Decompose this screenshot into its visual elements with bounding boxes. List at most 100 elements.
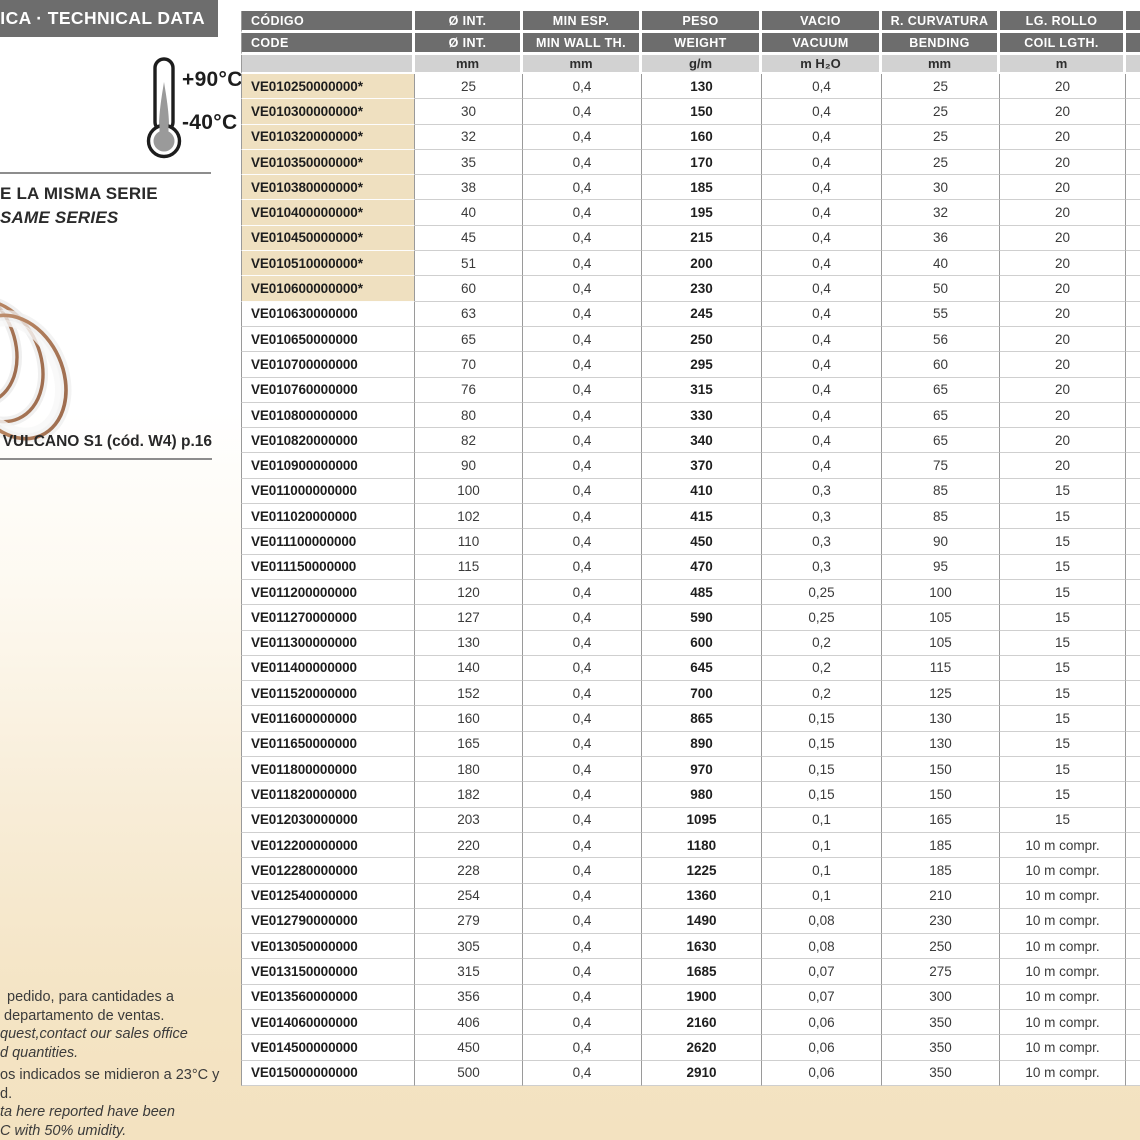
footnote-line: C with 50% umidity.: [0, 1122, 219, 1140]
table-row: VE010300000000*300,41500,42520: [241, 99, 1140, 124]
cell-code: VE012200000000: [241, 833, 415, 858]
cell-vacuum: 0,4: [762, 99, 882, 124]
col-header-minesp: MIN ESP.: [523, 11, 642, 33]
cell-partial: [1126, 428, 1140, 453]
cell-vacuum: 0,4: [762, 276, 882, 301]
unit-m: m: [1000, 55, 1126, 74]
cell-code: VE010350000000*: [241, 150, 415, 175]
cell-bending: 25: [882, 99, 1000, 124]
cell-wall: 0,4: [523, 858, 642, 883]
cell-code: VE014500000000: [241, 1035, 415, 1060]
cell-weight: 865: [642, 706, 762, 731]
table-row: VE010380000000*380,41850,43020: [241, 175, 1140, 200]
table-row: VE0120300000002030,410950,116515: [241, 808, 1140, 833]
cell-code: VE011020000000: [241, 504, 415, 529]
cell-code: VE011600000000: [241, 706, 415, 731]
cell-weight: 2620: [642, 1035, 762, 1060]
table-row: VE0131500000003150,416850,0727510 m comp…: [241, 959, 1140, 984]
cell-partial: [1126, 99, 1140, 124]
cell-code: VE011000000000: [241, 479, 415, 504]
cell-bending: 40: [882, 251, 1000, 276]
technical-data-table: CÓDIGO Ø INT. MIN ESP. PESO VACIO R. CUR…: [241, 11, 1140, 1086]
cell-weight: 600: [642, 631, 762, 656]
cell-code: VE010700000000: [241, 352, 415, 377]
table-row: VE010600000000*600,42300,45020: [241, 276, 1140, 301]
cell-coil: 20: [1000, 327, 1126, 352]
cell-dint: 406: [415, 1010, 523, 1035]
cell-vacuum: 0,07: [762, 959, 882, 984]
cell-code: VE010760000000: [241, 378, 415, 403]
cell-dint: 315: [415, 959, 523, 984]
cell-vacuum: 0,15: [762, 706, 882, 731]
cell-coil: 20: [1000, 226, 1126, 251]
cell-wall: 0,4: [523, 378, 642, 403]
cell-vacuum: 0,15: [762, 757, 882, 782]
cell-coil: 10 m compr.: [1000, 959, 1126, 984]
cell-code: VE012540000000: [241, 884, 415, 909]
footnote-line: quest,contact our sales office: [0, 1025, 188, 1044]
cell-wall: 0,4: [523, 276, 642, 301]
col-header-diam-en: Ø INT.: [415, 33, 523, 55]
cell-dint: 63: [415, 302, 523, 327]
section-title: ÉCNICA · TECHNICAL DATA: [0, 8, 205, 29]
table-row: VE010760000000760,43150,46520: [241, 378, 1140, 403]
cell-partial: [1126, 706, 1140, 731]
thermometer-icon: [144, 56, 184, 165]
cell-partial: [1126, 1010, 1140, 1035]
cell-vacuum: 0,1: [762, 884, 882, 909]
cell-weight: 890: [642, 732, 762, 757]
cell-coil: 15: [1000, 529, 1126, 554]
cell-code: VE010900000000: [241, 453, 415, 478]
col-header-curvatura: R. CURVATURA: [882, 11, 1000, 33]
cell-code: VE013050000000: [241, 934, 415, 959]
cell-weight: 450: [642, 529, 762, 554]
cell-dint: 115: [415, 555, 523, 580]
cell-code: VE012790000000: [241, 909, 415, 934]
table-row: VE0127900000002790,414900,0823010 m comp…: [241, 909, 1140, 934]
cell-wall: 0,4: [523, 529, 642, 554]
cell-coil: 15: [1000, 656, 1126, 681]
cell-partial: [1126, 302, 1140, 327]
cell-partial: [1126, 782, 1140, 807]
cell-coil: 20: [1000, 352, 1126, 377]
cell-dint: 40: [415, 200, 523, 225]
cell-weight: 160: [642, 125, 762, 150]
cell-dint: 160: [415, 706, 523, 731]
cell-dint: 82: [415, 428, 523, 453]
cell-code: VE010380000000*: [241, 175, 415, 200]
cell-wall: 0,4: [523, 428, 642, 453]
cell-partial: [1126, 884, 1140, 909]
cell-vacuum: 0,06: [762, 1010, 882, 1035]
cell-dint: 38: [415, 175, 523, 200]
footnote-order-info: pedido, para cantidades a departamento d…: [0, 988, 188, 1062]
cell-bending: 65: [882, 378, 1000, 403]
cell-bending: 130: [882, 706, 1000, 731]
cell-vacuum: 0,3: [762, 479, 882, 504]
cell-coil: 20: [1000, 403, 1126, 428]
footnote-line: pedido, para cantidades a: [0, 988, 188, 1007]
cell-bending: 105: [882, 631, 1000, 656]
cell-dint: 60: [415, 276, 523, 301]
cell-partial: [1126, 631, 1140, 656]
cell-dint: 110: [415, 529, 523, 554]
cell-code: VE010630000000: [241, 302, 415, 327]
cell-weight: 315: [642, 378, 762, 403]
cell-vacuum: 0,4: [762, 226, 882, 251]
cell-dint: 180: [415, 757, 523, 782]
cell-bending: 250: [882, 934, 1000, 959]
cell-wall: 0,4: [523, 808, 642, 833]
cell-dint: 127: [415, 605, 523, 630]
cell-weight: 340: [642, 428, 762, 453]
cell-wall: 0,4: [523, 757, 642, 782]
col-header-codigo: CÓDIGO: [241, 11, 415, 33]
footnote-line: ta here reported have been: [0, 1103, 219, 1122]
cell-bending: 32: [882, 200, 1000, 225]
cell-dint: 450: [415, 1035, 523, 1060]
max-temperature: +90°C: [182, 68, 243, 92]
cell-dint: 30: [415, 99, 523, 124]
table-row: VE0113000000001300,46000,210515: [241, 631, 1140, 656]
cell-bending: 25: [882, 74, 1000, 99]
col-header-coil: COIL LGTH.: [1000, 33, 1126, 55]
cell-partial: [1126, 656, 1140, 681]
cell-wall: 0,4: [523, 302, 642, 327]
